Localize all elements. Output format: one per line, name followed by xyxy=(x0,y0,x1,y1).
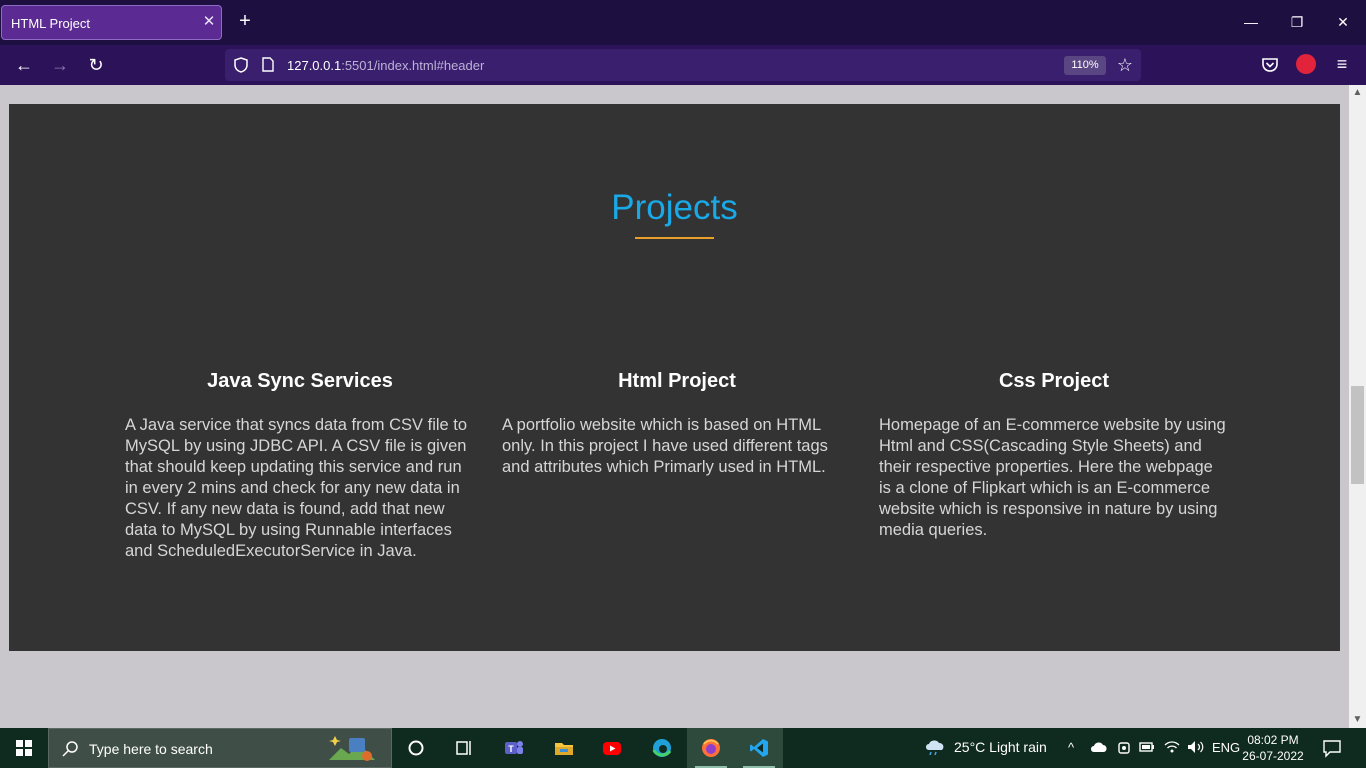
edge-button[interactable] xyxy=(638,728,686,768)
project-description: A Java service that syncs data from CSV … xyxy=(125,416,468,560)
project-title: Java Sync Services xyxy=(207,370,393,392)
project-description: A portfolio website which is based on HT… xyxy=(502,416,828,476)
extension-icon[interactable] xyxy=(1296,54,1316,74)
camera-icon[interactable] xyxy=(1117,740,1131,756)
bookmark-star-icon[interactable]: ☆ xyxy=(1115,55,1135,75)
project-card: Java Sync Services A Java service that s… xyxy=(125,370,475,562)
task-view-button[interactable] xyxy=(440,728,488,768)
page-icon[interactable] xyxy=(262,57,274,72)
teams-button[interactable]: T xyxy=(490,728,538,768)
wifi-icon[interactable] xyxy=(1164,740,1180,754)
page-viewport: Projects Java Sync Services A Java servi… xyxy=(0,85,1349,728)
page-scrollbar[interactable]: ▲ ▼ xyxy=(1349,85,1366,728)
tab-close-icon[interactable]: ✕ xyxy=(201,14,217,30)
new-tab-button[interactable]: + xyxy=(234,10,256,32)
reload-button[interactable]: ↻ xyxy=(84,54,108,76)
onedrive-cloud-icon[interactable] xyxy=(1090,740,1108,754)
scroll-up-arrow-icon[interactable]: ▲ xyxy=(1349,85,1366,101)
svg-text:T: T xyxy=(508,744,514,754)
zoom-level-badge[interactable]: 110% xyxy=(1064,56,1106,75)
youtube-icon xyxy=(603,742,621,755)
task-view-icon xyxy=(456,741,471,755)
cloud-rain-icon xyxy=(926,740,944,755)
browser-tab-bar: HTML Project ✕ + — ❐ ✕ xyxy=(0,0,1366,45)
search-placeholder: Type here to search xyxy=(89,741,213,757)
projects-section: Projects Java Sync Services A Java servi… xyxy=(9,104,1340,651)
windows-start-icon[interactable] xyxy=(0,728,48,768)
youtube-button[interactable] xyxy=(588,728,636,768)
tab-title: HTML Project xyxy=(11,16,90,31)
firefox-button[interactable] xyxy=(687,728,735,768)
weather-text: 25°C Light rain xyxy=(954,739,1047,755)
battery-icon[interactable] xyxy=(1139,740,1155,754)
url-text[interactable]: 127.0.0.1:5501/index.html#header xyxy=(287,58,484,73)
tray-chevron-icon[interactable]: ^ xyxy=(1068,740,1074,755)
restore-button[interactable]: ❐ xyxy=(1274,0,1320,44)
section-title: Projects xyxy=(611,188,738,227)
project-card: Html Project A portfolio website which i… xyxy=(502,370,852,478)
address-bar[interactable]: 127.0.0.1:5501/index.html#header 110% ☆ xyxy=(225,49,1141,81)
file-explorer-button[interactable] xyxy=(540,728,588,768)
weather-widget[interactable]: 25°C Light rain xyxy=(924,739,1047,755)
cortana-icon xyxy=(408,740,424,756)
windows-taskbar: Type here to search T 25°C Light rain ^ … xyxy=(0,728,1366,768)
search-highlight-icon xyxy=(329,736,375,761)
url-host: 127.0.0.1 xyxy=(287,58,342,73)
project-title: Html Project xyxy=(618,370,736,392)
active-tab[interactable]: HTML Project ✕ xyxy=(1,5,222,40)
cortana-button[interactable] xyxy=(392,728,440,768)
vscode-icon xyxy=(750,739,768,757)
notification-icon[interactable] xyxy=(1322,738,1342,758)
clock-date: 26-07-2022 xyxy=(1242,749,1304,763)
project-description: Homepage of an E-commerce website by usi… xyxy=(879,416,1226,539)
file-explorer-icon xyxy=(555,743,573,755)
scroll-down-arrow-icon[interactable]: ▼ xyxy=(1349,712,1366,728)
pocket-icon[interactable] xyxy=(1260,55,1280,75)
search-icon xyxy=(62,741,78,757)
forward-button[interactable]: → xyxy=(48,54,72,76)
firefox-icon xyxy=(702,739,720,757)
project-card: Css Project Homepage of an E-commerce we… xyxy=(879,370,1229,541)
language-indicator[interactable]: ENG xyxy=(1212,740,1240,755)
volume-icon[interactable] xyxy=(1187,740,1205,754)
edge-icon xyxy=(652,739,672,757)
vscode-button[interactable] xyxy=(735,728,783,768)
back-button[interactable]: ← xyxy=(12,54,36,76)
shield-icon[interactable] xyxy=(234,57,248,73)
hamburger-menu-icon[interactable]: ≡ xyxy=(1332,54,1352,74)
title-underline xyxy=(635,237,714,239)
teams-icon: T xyxy=(505,741,523,754)
system-clock[interactable]: 08:02 PM 26-07-2022 xyxy=(1240,732,1306,764)
project-title: Css Project xyxy=(998,370,1110,392)
close-window-button[interactable]: ✕ xyxy=(1320,0,1366,44)
scroll-thumb[interactable] xyxy=(1351,386,1364,484)
browser-nav-bar: ← → ↻ 127.0.0.1:5501/index.html#header 1… xyxy=(0,45,1366,85)
clock-time: 08:02 PM xyxy=(1247,733,1299,747)
url-path: :5501/index.html#header xyxy=(341,58,485,73)
minimize-button[interactable]: — xyxy=(1228,0,1274,44)
taskbar-search-box[interactable]: Type here to search xyxy=(48,728,392,768)
